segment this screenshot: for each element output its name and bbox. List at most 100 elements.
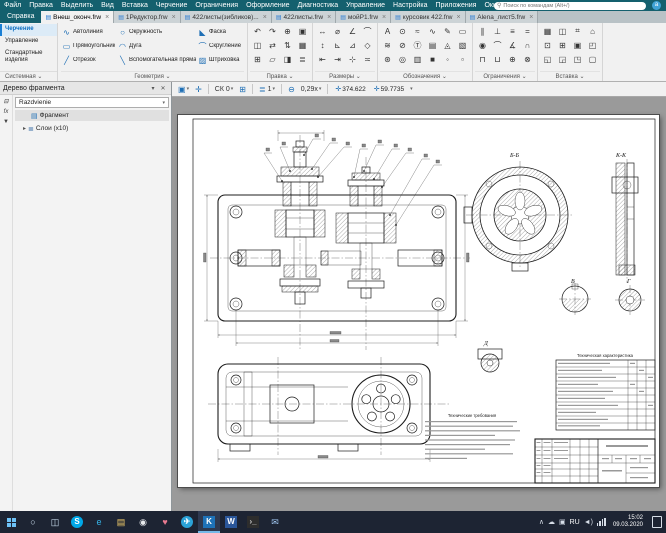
ribbon-icon-button-g0r1c0[interactable]: ◫ [250, 38, 265, 52]
taskbar-app-telegram[interactable]: ✈ [176, 511, 198, 533]
geometry-tool-r2c0[interactable]: ╱Отрезок [61, 54, 117, 67]
ribbon-group-label-1[interactable]: Размеры ⌄ [315, 71, 375, 81]
ribbon-icon-button-g4r0c1[interactable]: ◫ [555, 24, 570, 38]
ribbon-icon-button-g4r0c3[interactable]: ⌂ [585, 24, 600, 38]
ribbon-icon-button-g0r2c2[interactable]: ◨ [280, 52, 295, 66]
collapse-icon[interactable]: ⊟ [3, 98, 8, 105]
ribbon-icon-button-g0r1c2[interactable]: ⇅ [280, 38, 295, 52]
ribbon-icon-button-g4r2c1[interactable]: ◲ [555, 52, 570, 66]
ribbon-icon-button-g3r0c3[interactable]: = [520, 24, 535, 38]
ribbon-icon-button-g1r2c1[interactable]: ⇥ [330, 52, 345, 66]
geometry-tool-r0c2[interactable]: ◣Фаска [197, 26, 243, 39]
ribbon-icon-button-g3r1c1[interactable]: ⌒ [490, 38, 505, 52]
menu-item-2[interactable]: Выделить [57, 0, 97, 11]
geometry-tool-r1c1[interactable]: ◠Дуга [117, 40, 197, 53]
ribbon-icon-button-g3r0c1[interactable]: ⊥ [490, 24, 505, 38]
ribbon-icon-button-g2r1c5[interactable]: ▧ [455, 38, 470, 52]
ribbon-icon-button-g2r0c2[interactable]: ≈ [410, 24, 425, 38]
ribbon-icon-button-g0r0c0[interactable]: ↶ [250, 24, 265, 38]
ribbon-icon-button-g4r0c2[interactable]: ⌗ [570, 24, 585, 38]
taskbar-search-button[interactable]: ○ [22, 511, 44, 533]
ribbon-icon-button-g4r1c2[interactable]: ▣ [570, 38, 585, 52]
ribbon-icon-button-g4r0c0[interactable]: ▦ [540, 24, 555, 38]
ribbon-icon-button-g2r1c0[interactable]: ≋ [380, 38, 395, 52]
tree-mode-select[interactable]: Razdvienie▾ [15, 97, 169, 108]
ribbon-icon-button-g3r1c3[interactable]: ∩ [520, 38, 535, 52]
geometry-tool-r0c0[interactable]: ∿Автолиния [61, 26, 117, 39]
workspace-tab-2[interactable]: Стандартные изделия [0, 48, 57, 65]
ribbon-icon-button-g4r1c3[interactable]: ◰ [585, 38, 600, 52]
ribbon-icon-button-g0r1c1[interactable]: ⇄ [265, 38, 280, 52]
taskbar-app-photos[interactable]: ♥ [154, 511, 176, 533]
coordinate-system-select[interactable]: СК 0▾ [213, 83, 236, 95]
ribbon-icon-button-g2r0c3[interactable]: ∿ [425, 24, 440, 38]
ribbon-icon-button-g1r1c2[interactable]: ⊿ [345, 38, 360, 52]
task-view-button[interactable]: ◫ [44, 511, 66, 533]
shield-icon[interactable]: ▣ [559, 518, 566, 526]
ribbon-icon-button-g0r2c0[interactable]: ⊞ [250, 52, 265, 66]
ribbon-icon-button-g2r2c1[interactable]: ◎ [395, 52, 410, 66]
ribbon-icon-button-g2r1c3[interactable]: ▤ [425, 38, 440, 52]
workspace-tab-1[interactable]: Управление [0, 36, 57, 48]
ribbon-icon-button-g4r1c1[interactable]: ⊞ [555, 38, 570, 52]
taskbar-app-console[interactable]: ›_ [242, 511, 264, 533]
menu-item-4[interactable]: Вставка [118, 0, 152, 11]
menu-item-11[interactable]: Приложения [432, 0, 481, 11]
ribbon-icon-button-g3r0c0[interactable]: ∥ [475, 24, 490, 38]
grid-icon[interactable]: ⊞ [237, 83, 248, 95]
ribbon-icon-button-g1r0c1[interactable]: ⌀ [330, 24, 345, 38]
layer-select[interactable]: ≣ 1▾ [257, 83, 277, 95]
geometry-tool-r2c2[interactable]: ▨Штриховка [197, 54, 243, 67]
menu-item-8[interactable]: Диагностика [294, 0, 343, 11]
ribbon-icon-button-g3r2c2[interactable]: ⊕ [505, 52, 520, 66]
fx-icon[interactable]: fx [4, 109, 9, 115]
ribbon-icon-button-g0r2c1[interactable]: ▱ [265, 52, 280, 66]
ribbon-icon-button-g2r0c0[interactable]: A [380, 24, 395, 38]
menu-item-6[interactable]: Ограничения [191, 0, 242, 11]
ribbon-icon-button-g2r2c2[interactable]: ▥ [410, 52, 425, 66]
filter-icon[interactable]: ▼ [3, 119, 9, 125]
network-icon[interactable] [597, 518, 606, 526]
start-button[interactable] [0, 511, 22, 533]
language-indicator[interactable]: RU [570, 519, 580, 526]
tab-close-icon[interactable]: × [263, 14, 267, 21]
ribbon-icon-button-g2r2c0[interactable]: ⊛ [380, 52, 395, 66]
geometry-tool-r2c1[interactable]: ╲Вспомогательная прямая [117, 54, 197, 67]
ribbon-icon-button-g2r2c3[interactable]: ■ [425, 52, 440, 66]
notification-center-icon[interactable] [652, 516, 662, 528]
panel-menu-icon[interactable]: ▾ [148, 85, 158, 92]
ortho-mode-icon[interactable]: ✛ [193, 83, 204, 95]
expand-caret-icon[interactable]: ▸ [23, 125, 26, 132]
document-tab-5[interactable]: ▤курсовик 422.frw× [391, 11, 465, 23]
tree-item-layers[interactable]: ▸ ≣ Слои (х10) [15, 123, 169, 134]
menu-item-0[interactable]: Файл [0, 0, 25, 11]
ribbon-icon-button-g3r2c0[interactable]: ⊓ [475, 52, 490, 66]
ribbon-icon-button-g1r2c0[interactable]: ⇤ [315, 52, 330, 66]
ribbon-icon-button-g1r0c3[interactable]: ⌒ [360, 24, 375, 38]
panel-close-icon[interactable]: ✕ [158, 85, 168, 92]
zoom-level-select[interactable]: 0,29x▾ [299, 83, 324, 95]
ribbon-icon-button-g1r1c0[interactable]: ↕ [315, 38, 330, 52]
taskbar-app-edge[interactable]: e [88, 511, 110, 533]
ribbon-icon-button-g1r1c1[interactable]: ⊾ [330, 38, 345, 52]
taskbar-app-mail[interactable]: ✉ [264, 511, 286, 533]
command-search-input[interactable] [503, 3, 643, 9]
tab-close-icon[interactable]: × [457, 14, 461, 21]
command-search[interactable]: ⚲ [494, 2, 646, 10]
ribbon-icon-button-g1r0c2[interactable]: ∠ [345, 24, 360, 38]
ribbon-icon-button-g4r1c0[interactable]: ⊡ [540, 38, 555, 52]
menu-item-10[interactable]: Настройка [389, 0, 431, 11]
menu-item-3[interactable]: Вид [97, 0, 118, 11]
menu-item-help[interactable]: Справка [0, 11, 41, 23]
menu-item-5[interactable]: Черчение [152, 0, 192, 11]
ribbon-icon-button-g3r2c3[interactable]: ⊗ [520, 52, 535, 66]
system-set-label[interactable]: Системная ⌄ [0, 71, 57, 81]
ribbon-icon-button-g4r2c0[interactable]: ◱ [540, 52, 555, 66]
ribbon-icon-button-g1r1c3[interactable]: ◇ [360, 38, 375, 52]
tab-close-icon[interactable]: × [382, 14, 386, 21]
ribbon-icon-button-g4r2c2[interactable]: ◳ [570, 52, 585, 66]
ribbon-icon-button-g0r2c3[interactable]: ≣ [295, 52, 310, 66]
ribbon-icon-button-g2r2c4[interactable]: ◦ [440, 52, 455, 66]
geometry-tool-r1c2[interactable]: ⌒Скругление [197, 40, 243, 53]
menu-item-1[interactable]: Правка [25, 0, 57, 11]
